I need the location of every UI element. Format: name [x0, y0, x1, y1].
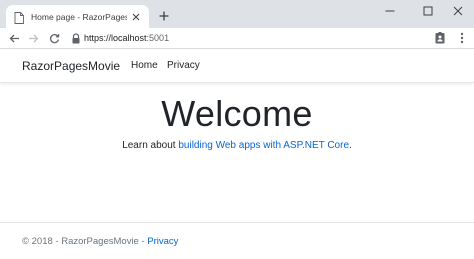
footer-privacy-link[interactable]: Privacy [147, 236, 178, 247]
site-navbar: RazorPagesMovie Home Privacy [0, 50, 474, 83]
minimize-icon[interactable] [372, 0, 408, 22]
learn-suffix: . [349, 140, 352, 151]
address-port: :5001 [146, 33, 170, 43]
page-heading: Welcome [161, 93, 313, 134]
page-footer: © 2018 - RazorPagesMovie - Privacy [0, 222, 474, 259]
forward-arrow-icon[interactable] [25, 30, 41, 46]
nav-link-privacy[interactable]: Privacy [167, 60, 200, 71]
learn-link[interactable]: building Web apps with ASP.NET Core [178, 140, 349, 151]
tab-strip: Home page - RazorPagesMovie [0, 0, 474, 28]
lock-icon[interactable] [71, 32, 83, 44]
menu-icon[interactable] [454, 30, 470, 46]
address-host: localhost [111, 33, 147, 43]
plus-icon[interactable] [157, 9, 171, 23]
page-icon [14, 11, 24, 24]
close-icon[interactable] [131, 12, 141, 22]
back-arrow-icon[interactable] [6, 30, 22, 46]
learn-about-text: Learn about building Web apps with ASP.N… [0, 140, 474, 151]
address-scheme: https:// [84, 33, 112, 43]
tab-title: Home page - RazorPagesMovie [31, 11, 127, 22]
footer-text: © 2018 - RazorPagesMovie - Privacy [22, 236, 178, 247]
nav-link-home[interactable]: Home [131, 60, 158, 71]
profile-icon[interactable] [432, 30, 448, 46]
address-bar[interactable]: https://localhost:5001 [84, 31, 169, 45]
learn-prefix: Learn about [122, 140, 179, 151]
close-window-icon[interactable] [440, 0, 474, 22]
reload-icon[interactable] [46, 30, 62, 46]
browser-toolbar: https://localhost:5001 [0, 28, 474, 49]
footer-copyright: © 2018 - RazorPagesMovie - [22, 236, 148, 247]
browser-tab[interactable]: Home page - RazorPagesMovie [6, 5, 149, 28]
navbar-brand[interactable]: RazorPagesMovie [22, 59, 120, 73]
